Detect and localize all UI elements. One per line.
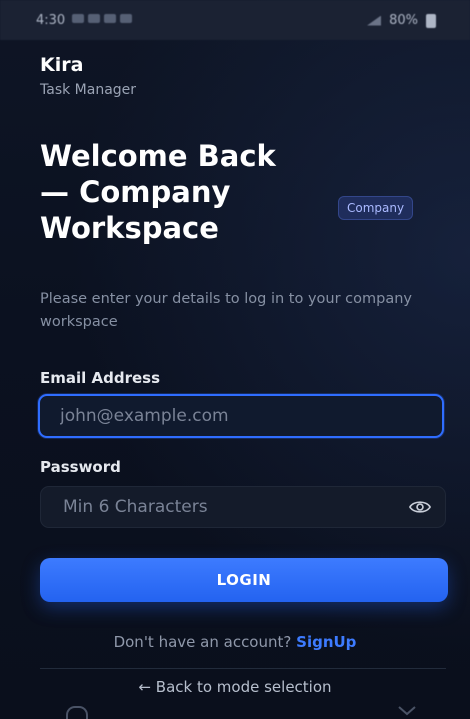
chevron-down-icon[interactable] [398,706,416,716]
notification-icon [72,14,84,23]
signup-prompt: Don't have an account? [113,633,292,651]
status-bar: 4:30 80% [0,0,470,40]
divider [40,668,446,669]
email-field[interactable] [38,394,444,438]
notification-icon [104,14,116,23]
notification-icons [72,14,132,23]
password-field-container [40,486,446,528]
password-label: Password [40,458,121,476]
back-to-mode-selection-link[interactable]: ← Back to mode selection [0,678,470,696]
signal-icon [367,15,382,26]
status-right: 80% [367,13,436,28]
brand-subtitle: Task Manager [40,82,137,98]
login-screen: 4:30 80% Kira Task Manager Welcome Back … [0,0,470,719]
page-subtitle: Please enter your details to log in to y… [40,291,412,330]
login-button[interactable]: LOGIN [40,558,448,602]
notification-icon [120,14,132,23]
battery-icon [426,13,436,28]
status-time: 4:30 [36,13,66,28]
mode-badge: Company [338,196,414,220]
email-label: Email Address [40,369,161,387]
eye-icon[interactable] [409,498,431,516]
page-title: Welcome Back — Company Workspace [40,139,276,245]
signup-row: Don't have an account? SignUp [0,633,470,651]
notification-icon [88,14,100,23]
battery-level: 80% [389,13,418,28]
brand-name: Kira [40,54,84,76]
signup-link[interactable]: SignUp [296,633,356,651]
password-field[interactable] [41,487,381,527]
nav-home-icon[interactable] [66,706,88,719]
